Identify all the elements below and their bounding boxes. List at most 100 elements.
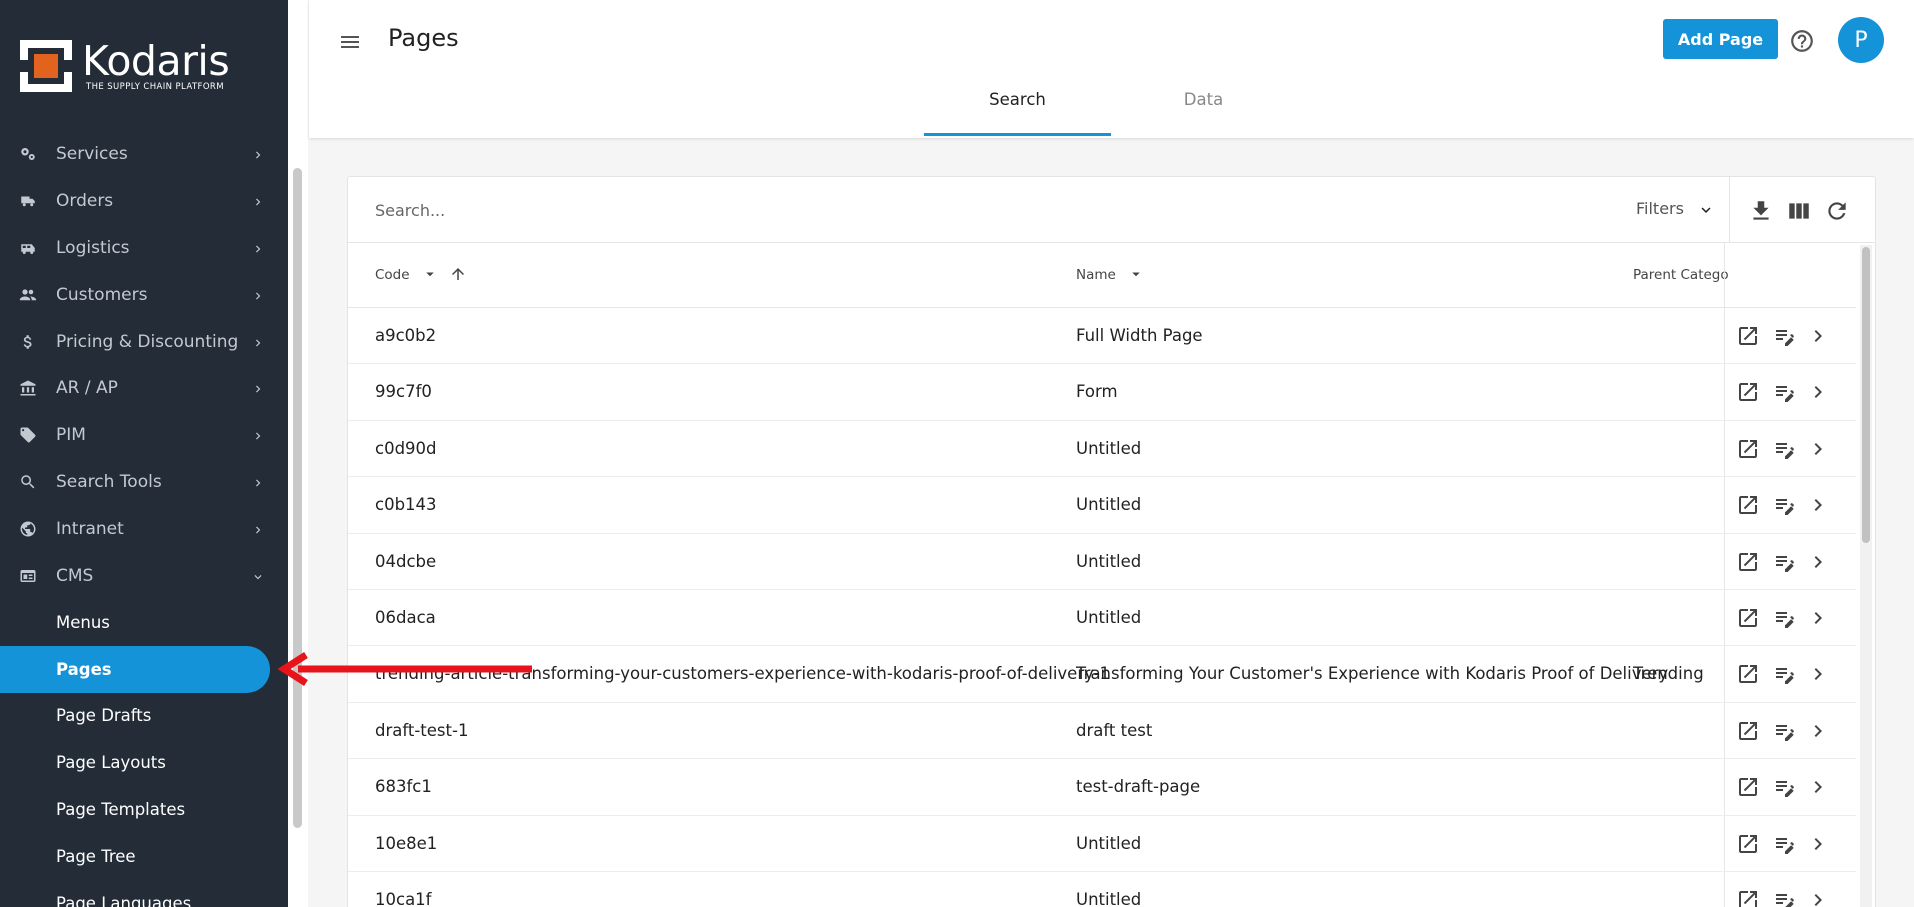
sidebar-sub-page-tree[interactable]: Page Tree bbox=[0, 833, 288, 880]
sidebar-sub-menus[interactable]: Menus bbox=[0, 599, 288, 646]
open-in-new-icon[interactable] bbox=[1736, 324, 1760, 348]
edit-note-icon[interactable] bbox=[1773, 606, 1797, 630]
cell-name: Untitled bbox=[1076, 889, 1142, 907]
sidebar-item-label: AR / AP bbox=[56, 378, 118, 399]
avatar[interactable]: P bbox=[1838, 17, 1884, 63]
add-page-button[interactable]: Add Page bbox=[1663, 19, 1778, 59]
cell-code: c0b143 bbox=[375, 495, 437, 515]
open-in-new-icon[interactable] bbox=[1736, 775, 1760, 799]
cell-code: 06daca bbox=[375, 607, 436, 627]
sidebar-item-ar-ap[interactable]: AR / AP bbox=[0, 365, 288, 412]
chevron-right-icon[interactable] bbox=[1806, 550, 1830, 574]
filters-button[interactable]: Filters bbox=[1636, 199, 1684, 218]
edit-note-icon[interactable] bbox=[1773, 775, 1797, 799]
cell-code: draft-test-1 bbox=[375, 720, 469, 740]
search-input[interactable] bbox=[375, 197, 1175, 223]
chevron-down-icon[interactable] bbox=[1697, 201, 1715, 219]
sidebar: Kodaris THE SUPPLY CHAIN PLATFORM Servic… bbox=[0, 0, 288, 907]
edit-note-icon[interactable] bbox=[1773, 832, 1797, 856]
columns-icon[interactable] bbox=[1786, 198, 1812, 224]
sidebar-item-orders[interactable]: Orders bbox=[0, 178, 288, 225]
sort-ascending-icon[interactable] bbox=[449, 265, 467, 283]
page-header: Pages Add Page P Search Data bbox=[309, 0, 1914, 138]
chevron-right-icon[interactable] bbox=[1806, 888, 1830, 907]
edit-note-icon[interactable] bbox=[1773, 437, 1797, 461]
cell-code: trending-article-transforming-your-custo… bbox=[375, 664, 1111, 684]
edit-note-icon[interactable] bbox=[1773, 888, 1797, 907]
sidebar-sub-page-templates[interactable]: Page Templates bbox=[0, 786, 288, 833]
sidebar-item-search-tools[interactable]: Search Tools bbox=[0, 459, 288, 506]
sidebar-item-label: Pricing & Discounting bbox=[56, 331, 239, 352]
open-in-new-icon[interactable] bbox=[1736, 719, 1760, 743]
sidebar-item-services[interactable]: Services bbox=[0, 131, 288, 178]
sidebar-item-intranet[interactable]: Intranet bbox=[0, 505, 288, 552]
open-in-new-icon[interactable] bbox=[1736, 380, 1760, 404]
sidebar-sub-page-languages[interactable]: Page Languages bbox=[0, 880, 288, 907]
column-menu-dropdown-icon[interactable] bbox=[1127, 265, 1145, 283]
chevron-right-icon[interactable] bbox=[1806, 832, 1830, 856]
column-menu-dropdown-icon[interactable] bbox=[421, 265, 439, 283]
table-row[interactable]: draft-test-1 draft test bbox=[348, 703, 1856, 760]
column-header-parent-category[interactable]: Parent Catego bbox=[1633, 267, 1729, 283]
sidebar-item-label: Customers bbox=[56, 284, 148, 305]
open-in-new-icon[interactable] bbox=[1736, 606, 1760, 630]
sidebar-item-logistics[interactable]: Logistics bbox=[0, 225, 288, 272]
chevron-right-icon[interactable] bbox=[1806, 437, 1830, 461]
edit-note-icon[interactable] bbox=[1773, 719, 1797, 743]
edit-note-icon[interactable] bbox=[1773, 662, 1797, 686]
open-in-new-icon[interactable] bbox=[1736, 550, 1760, 574]
chevron-right-icon[interactable] bbox=[1806, 380, 1830, 404]
help-icon[interactable] bbox=[1789, 28, 1815, 54]
table-row[interactable]: 99c7f0 Form bbox=[348, 364, 1856, 421]
cell-name: Untitled bbox=[1076, 495, 1142, 515]
tab-data[interactable]: Data bbox=[1111, 90, 1296, 138]
edit-note-icon[interactable] bbox=[1773, 550, 1797, 574]
hamburger-menu-icon[interactable] bbox=[338, 30, 362, 54]
sidebar-item-cms[interactable]: CMS bbox=[0, 552, 288, 599]
sidebar-sub-page-drafts[interactable]: Page Drafts bbox=[0, 693, 288, 740]
kodaris-logo[interactable]: Kodaris THE SUPPLY CHAIN PLATFORM bbox=[20, 38, 230, 94]
chevron-right-icon[interactable] bbox=[1806, 324, 1830, 348]
table-row[interactable]: trending-article-transforming-your-custo… bbox=[348, 646, 1856, 703]
sidebar-item-pricing-discounting[interactable]: Pricing & Discounting bbox=[0, 318, 288, 365]
chevron-right-icon[interactable] bbox=[1806, 662, 1830, 686]
sidebar-sub-label: Page Drafts bbox=[56, 706, 152, 726]
chevron-right-icon[interactable] bbox=[1806, 719, 1830, 743]
download-icon[interactable] bbox=[1748, 198, 1774, 224]
sidebar-item-pim[interactable]: PIM bbox=[0, 412, 288, 459]
sidebar-sub-page-layouts[interactable]: Page Layouts bbox=[0, 739, 288, 786]
table-row[interactable]: c0d90d Untitled bbox=[348, 421, 1856, 478]
open-in-new-icon[interactable] bbox=[1736, 888, 1760, 907]
sidebar-item-label: CMS bbox=[56, 565, 94, 586]
table-body: a9c0b2 Full Width Page 99c7f0 Form c0d90… bbox=[348, 308, 1856, 907]
kodaris-logo-mark-icon bbox=[20, 40, 72, 92]
edit-note-icon[interactable] bbox=[1773, 380, 1797, 404]
chevron-right-icon[interactable] bbox=[1806, 493, 1830, 517]
column-header-code[interactable]: Code bbox=[375, 267, 410, 283]
table-row[interactable]: 04dcbe Untitled bbox=[348, 534, 1856, 590]
chevron-right-icon[interactable] bbox=[1806, 606, 1830, 630]
sidebar-sub-pages[interactable]: Pages bbox=[0, 645, 270, 693]
edit-note-icon[interactable] bbox=[1773, 324, 1797, 348]
chevron-right-icon[interactable] bbox=[1806, 775, 1830, 799]
column-header-name[interactable]: Name bbox=[1076, 267, 1116, 283]
table-row[interactable]: 06daca Untitled bbox=[348, 590, 1856, 647]
sidebar-nav: Services Orders Logistics Customers Pric… bbox=[0, 131, 288, 907]
edit-note-icon[interactable] bbox=[1773, 493, 1797, 517]
sidebar-scrollbar-thumb[interactable] bbox=[293, 168, 302, 828]
table-row[interactable]: c0b143 Untitled bbox=[348, 477, 1856, 534]
refresh-icon[interactable] bbox=[1824, 198, 1850, 224]
open-in-new-icon[interactable] bbox=[1736, 437, 1760, 461]
table-row[interactable]: 683fc1 test-draft-page bbox=[348, 759, 1856, 816]
table-scrollbar-thumb[interactable] bbox=[1862, 247, 1870, 543]
search-icon bbox=[18, 472, 38, 492]
gears-icon bbox=[18, 144, 38, 164]
open-in-new-icon[interactable] bbox=[1736, 832, 1760, 856]
sidebar-item-customers[interactable]: Customers bbox=[0, 271, 288, 318]
table-row[interactable]: 10e8e1 Untitled bbox=[348, 816, 1856, 872]
table-row[interactable]: a9c0b2 Full Width Page bbox=[348, 308, 1856, 365]
table-row[interactable]: 10ca1f Untitled bbox=[348, 872, 1856, 907]
open-in-new-icon[interactable] bbox=[1736, 662, 1760, 686]
tab-search[interactable]: Search bbox=[924, 90, 1111, 138]
open-in-new-icon[interactable] bbox=[1736, 493, 1760, 517]
